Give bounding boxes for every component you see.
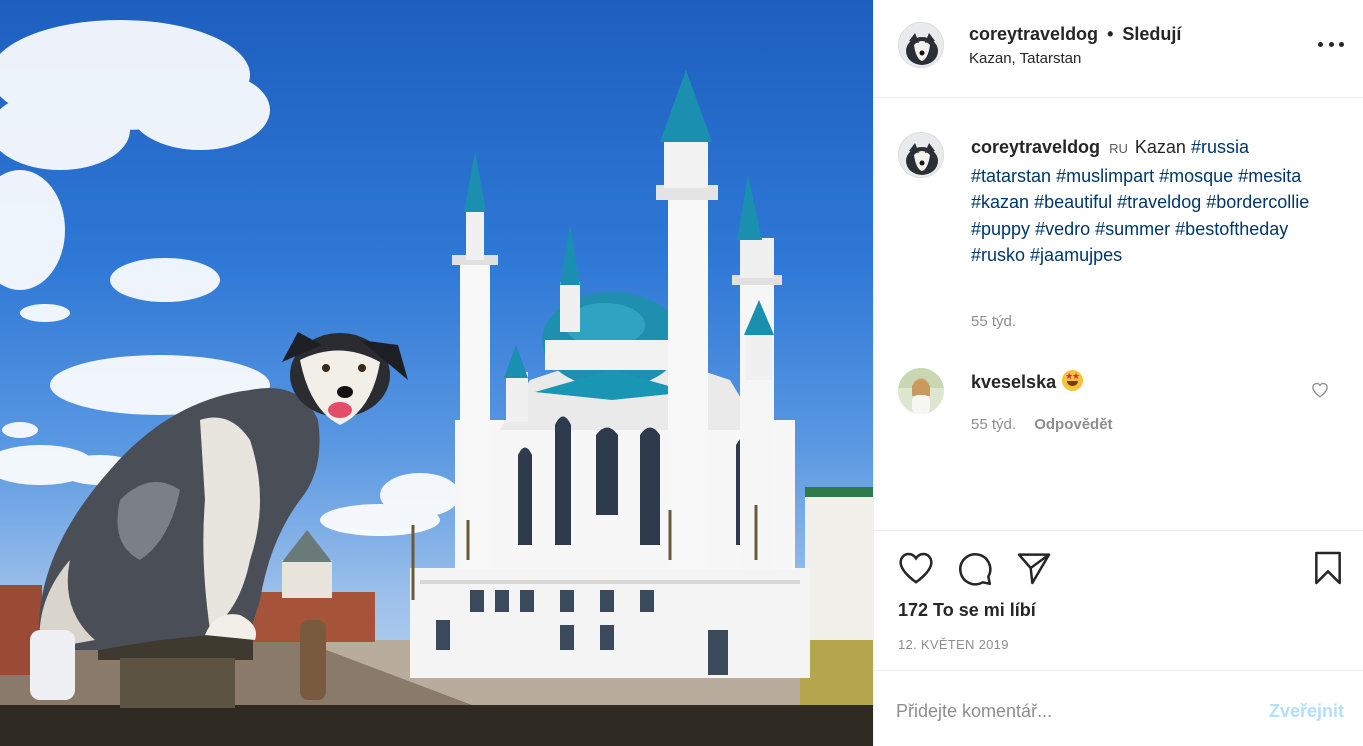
hashtag-link[interactable]: #rusko: [971, 245, 1025, 265]
hashtag-link[interactable]: #muslimpart: [1056, 166, 1154, 186]
add-comment-bar: Zveřejnit: [874, 670, 1363, 746]
post-header: coreytraveldog • Sledují Kazan, Tatarsta…: [874, 0, 1363, 98]
location-link[interactable]: Kazan, Tatarstan: [969, 50, 1081, 67]
comment-line: kveselska: [971, 370, 1084, 393]
like-heart-icon[interactable]: [896, 548, 936, 588]
share-paper-plane-icon[interactable]: [1014, 548, 1054, 588]
likes-count[interactable]: 172 To se mi líbí: [898, 600, 1036, 621]
comment-timestamp[interactable]: 55 týd.: [971, 416, 1016, 433]
header-user-line: coreytraveldog • Sledují: [969, 24, 1181, 45]
country-flag: RU: [1109, 141, 1128, 156]
hashtag-link[interactable]: #russia: [1191, 137, 1249, 157]
hashtag-link[interactable]: #kazan: [971, 192, 1029, 212]
caption-text: Kazan: [1134, 137, 1186, 157]
hashtag-link[interactable]: #mosque: [1159, 166, 1233, 186]
hashtag-link[interactable]: #traveldog: [1117, 192, 1201, 212]
hashtag-link[interactable]: #beautiful: [1034, 192, 1112, 212]
comment-input[interactable]: [896, 696, 1236, 726]
hashtag-link[interactable]: #jaamujpes: [1030, 245, 1122, 265]
hashtag-link[interactable]: #vedro: [1035, 219, 1090, 239]
post-caption: coreytraveldog RU Kazan #russia #tatarst…: [971, 134, 1331, 269]
commenter-avatar[interactable]: [898, 368, 944, 414]
hashtag-link[interactable]: #mesita: [1238, 166, 1301, 186]
comment-like-heart-icon[interactable]: [1311, 381, 1329, 399]
post-actions: 172 To se mi líbí 12. KVĚTEN 2019: [874, 530, 1363, 670]
caption-author-avatar[interactable]: [898, 132, 944, 178]
post-side-panel: coreytraveldog • Sledují Kazan, Tatarsta…: [873, 0, 1363, 746]
star-struck-emoji-icon: [1062, 370, 1084, 391]
hashtag-link[interactable]: #tatarstan: [971, 166, 1051, 186]
more-options-icon[interactable]: [1318, 34, 1344, 54]
follow-status-button[interactable]: Sledují: [1122, 24, 1181, 44]
post-photo[interactable]: [0, 0, 873, 746]
post-photo-illustration: [0, 20, 873, 746]
hashtag-link[interactable]: #puppy: [971, 219, 1030, 239]
hashtag-link[interactable]: #summer: [1095, 219, 1170, 239]
comment-meta: 55 týd. Odpovědět: [971, 416, 1113, 433]
author-username[interactable]: coreytraveldog: [969, 24, 1098, 44]
author-avatar[interactable]: [898, 22, 944, 68]
commenter-username[interactable]: kveselska: [971, 372, 1056, 392]
save-bookmark-icon[interactable]: [1308, 548, 1348, 588]
hashtag-link[interactable]: #bestoftheday: [1175, 219, 1288, 239]
reply-button[interactable]: Odpovědět: [1034, 416, 1112, 433]
hashtag-link[interactable]: #bordercollie: [1206, 192, 1309, 212]
caption-username[interactable]: coreytraveldog: [971, 137, 1100, 157]
post-comment-button[interactable]: Zveřejnit: [1269, 701, 1344, 722]
comment-bubble-icon[interactable]: [954, 548, 994, 588]
post-date[interactable]: 12. KVĚTEN 2019: [898, 637, 1009, 652]
caption-timestamp[interactable]: 55 týd.: [971, 313, 1016, 330]
separator-dot: •: [1107, 24, 1114, 44]
